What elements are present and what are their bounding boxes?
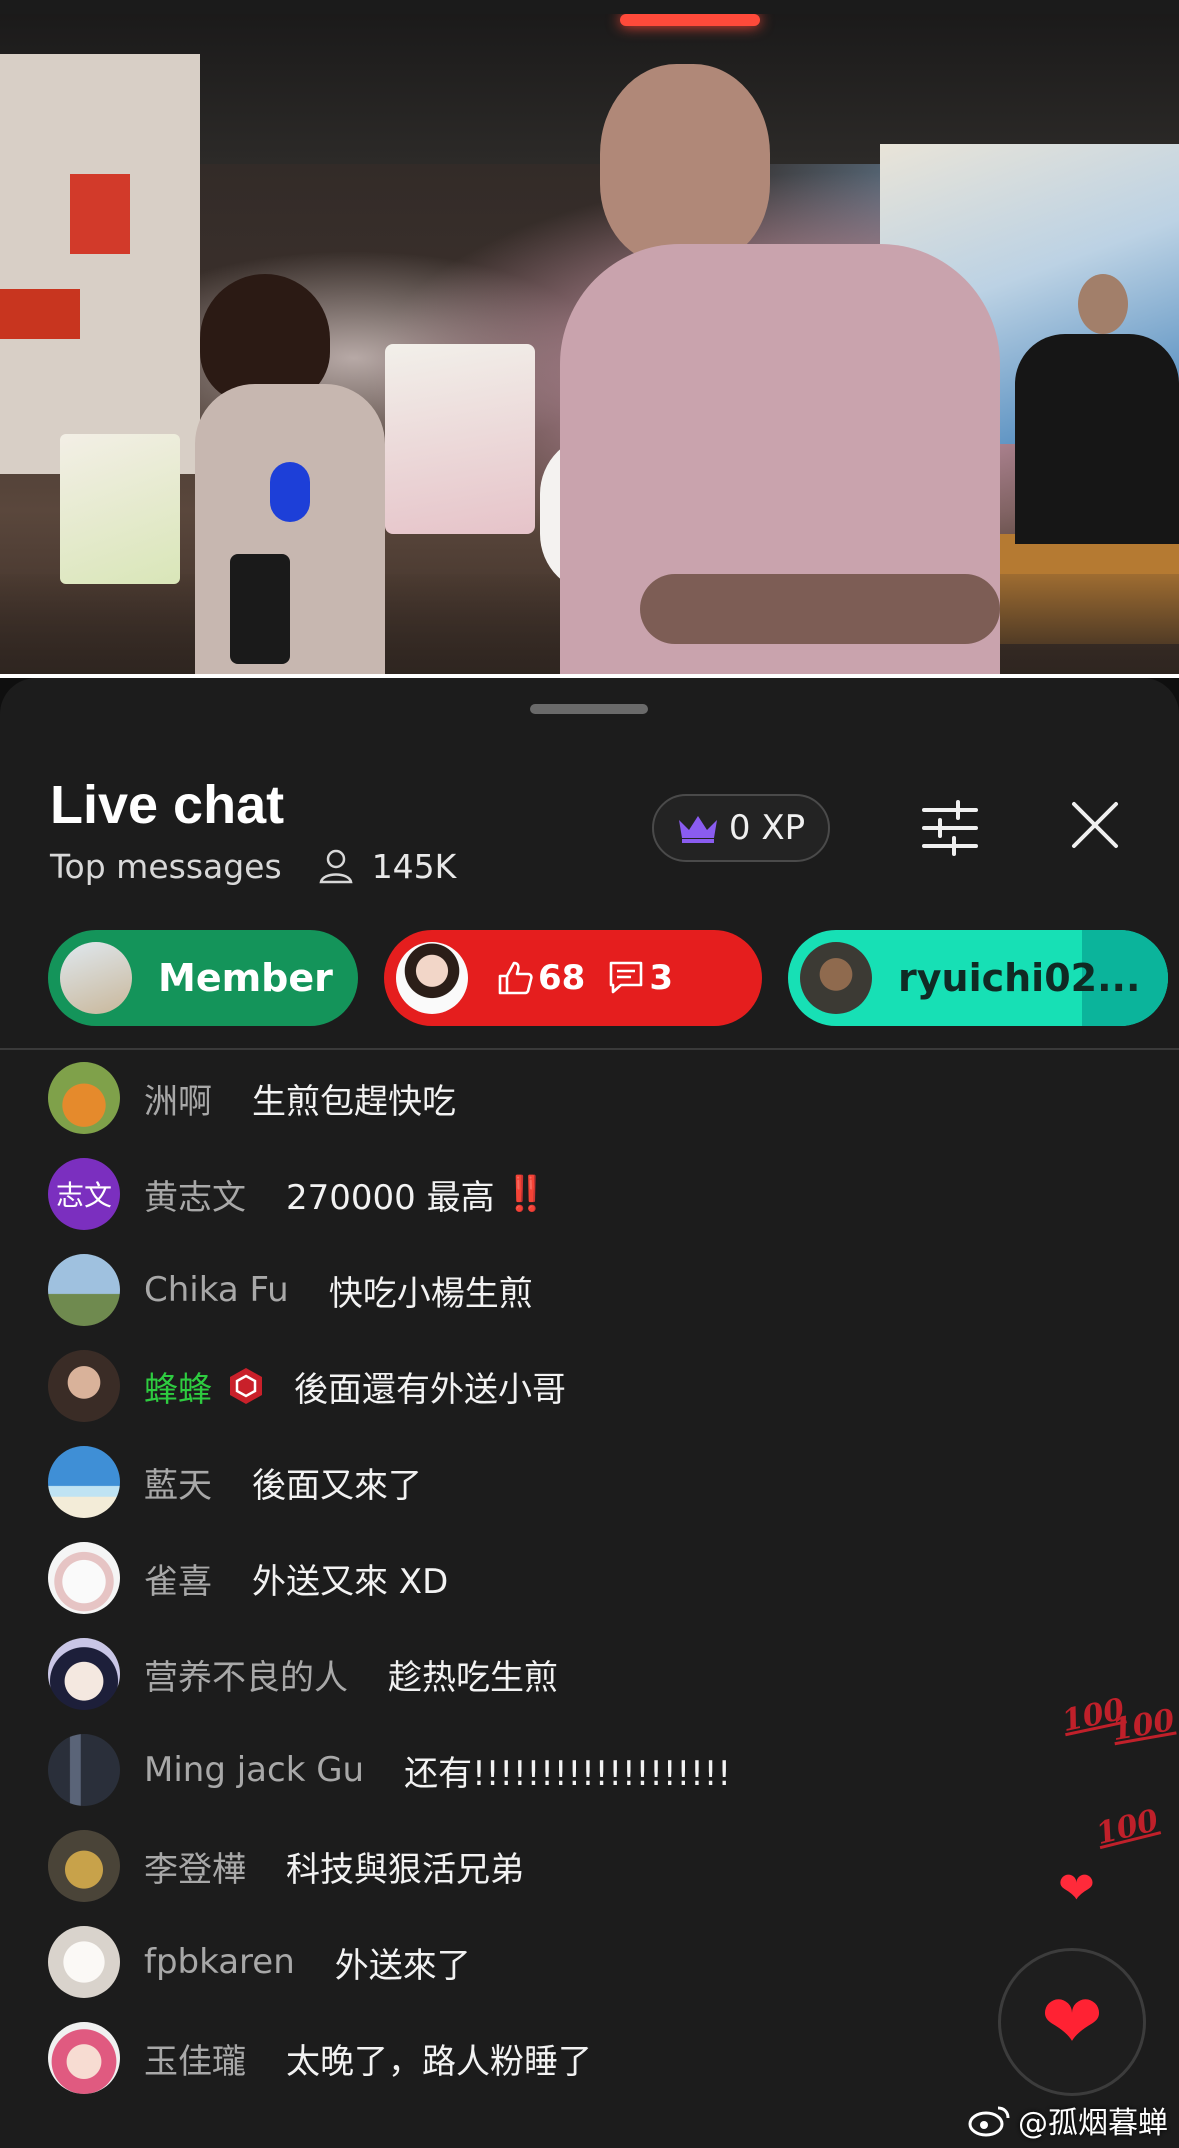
chat-message[interactable]: 蜂蜂 後面還有外送小哥: [48, 1350, 566, 1422]
member-chip[interactable]: Member: [48, 930, 358, 1026]
message-text: 科技與狠活兄弟: [286, 1849, 524, 1890]
live-chat-panel: Live chat Top messages 145K 0 XP Member: [0, 678, 1179, 2148]
message-text: 还有!!!!!!!!!!!!!!!!!!!: [404, 1753, 732, 1794]
bystander-head: [1078, 274, 1128, 334]
message-text: 趁热吃生煎: [388, 1657, 558, 1698]
message-text: 外送又來 XD: [252, 1561, 449, 1602]
weibo-icon: [968, 2106, 1010, 2137]
chat-message[interactable]: 雀喜 外送又來 XD: [48, 1542, 448, 1614]
user-chip-avatar: [800, 942, 872, 1014]
xp-button[interactable]: 0 XP: [652, 794, 830, 862]
avatar[interactable]: 志文: [48, 1158, 120, 1230]
chat-message[interactable]: 藍天 後面又來了: [48, 1446, 422, 1518]
message-text: 太晚了，路人粉睡了: [286, 2041, 592, 2082]
chat-message[interactable]: 李登樺 科技與狠活兄弟: [48, 1830, 524, 1902]
message-author[interactable]: 李登樺: [144, 1842, 246, 1891]
microphone: [270, 462, 310, 522]
comments-count: 3: [649, 958, 673, 998]
message-author[interactable]: Chika Fu: [144, 1270, 289, 1310]
comment-icon: [610, 961, 643, 994]
send-heart-button[interactable]: ❤: [998, 1948, 1146, 2096]
likes-count: 68: [538, 958, 586, 998]
camera-bag: [230, 554, 290, 664]
avatar[interactable]: [48, 1734, 120, 1806]
neon-sign: [620, 14, 760, 26]
avatar[interactable]: [48, 1638, 120, 1710]
message-author[interactable]: Ming jack Gu: [144, 1750, 364, 1790]
drag-handle[interactable]: [530, 704, 648, 714]
message-text: 快吃小楊生煎: [328, 1273, 533, 1314]
crown-icon: [678, 816, 717, 843]
divider: [0, 1048, 1179, 1050]
member-badge-icon: [230, 1368, 262, 1404]
message-text: 270000 最高: [286, 1177, 495, 1218]
video-player[interactable]: [0, 14, 1179, 676]
comments-stat: 3: [607, 958, 673, 998]
close-icon[interactable]: [1068, 798, 1122, 852]
message-text: 後面又來了: [252, 1465, 422, 1506]
gift-bag-center: [385, 344, 535, 534]
message-author[interactable]: fpbkaren: [144, 1942, 295, 1982]
user-chip[interactable]: ryuichi02...: [788, 930, 1168, 1026]
chat-mode-row[interactable]: Top messages 145K: [50, 846, 456, 886]
person-icon: [319, 849, 353, 884]
avatar[interactable]: [48, 1446, 120, 1518]
wall-tag: [0, 289, 80, 339]
xp-label: 0 XP: [728, 808, 806, 848]
avatar[interactable]: [48, 2022, 120, 2094]
watermark-text: @孤烟暮蝉: [1018, 2106, 1168, 2141]
woman-body: [195, 384, 385, 676]
pinned-stats-chip[interactable]: 68 3: [384, 930, 762, 1026]
message-author[interactable]: 营养不良的人: [144, 1650, 348, 1699]
user-chip-label: ryuichi02...: [898, 956, 1141, 1000]
message-text: 外送來了: [334, 1945, 471, 1986]
viewer-count: 145K: [371, 846, 457, 886]
pinned-chip-avatar: [396, 942, 468, 1014]
likes-stat: 68: [496, 958, 585, 998]
member-chip-label: Member: [158, 956, 333, 1000]
avatar[interactable]: [48, 1350, 120, 1422]
highlight-chips: Member 68 3 ryuichi02...: [0, 930, 1179, 1026]
man-head: [600, 64, 770, 264]
wall-sign: [70, 174, 130, 254]
tattoo-arm: [640, 574, 1000, 644]
avatar[interactable]: [48, 1542, 120, 1614]
avatar[interactable]: [48, 1926, 120, 1998]
chat-message[interactable]: 洲啊 生煎包趕快吃: [48, 1062, 456, 1134]
member-chip-avatar: [60, 942, 132, 1014]
thumbs-up-icon: [498, 961, 533, 995]
weibo-watermark: @孤烟暮蝉: [968, 2098, 1168, 2142]
heart-icon: ❤: [1058, 1863, 1095, 1914]
chat-message[interactable]: 营养不良的人 趁热吃生煎: [48, 1638, 558, 1710]
chat-message[interactable]: fpbkaren 外送來了: [48, 1926, 471, 1998]
message-author[interactable]: 黄志文: [144, 1170, 246, 1219]
avatar-initials: 志文: [55, 1179, 112, 1212]
chat-mode-label[interactable]: Top messages: [50, 847, 282, 886]
filter-settings-icon[interactable]: [918, 796, 982, 860]
message-text: 後面還有外送小哥: [294, 1369, 566, 1410]
hundred-points-icon: 100: [1092, 1802, 1162, 1853]
chat-message[interactable]: Ming jack Gu 还有!!!!!!!!!!!!!!!!!!!: [48, 1734, 731, 1806]
bystander-body: [1015, 334, 1179, 544]
message-author[interactable]: 玉佳瓏: [144, 2034, 246, 2083]
avatar[interactable]: [48, 1254, 120, 1326]
left-wall: [0, 54, 200, 474]
avatar[interactable]: [48, 1830, 120, 1902]
message-author[interactable]: 雀喜: [144, 1554, 212, 1603]
message-text: 生煎包趕快吃: [252, 1081, 456, 1122]
double-exclamation-icon: ‼️: [504, 1174, 547, 1214]
avatar[interactable]: [48, 1062, 120, 1134]
message-author[interactable]: 洲啊: [144, 1074, 212, 1123]
chat-message[interactable]: 玉佳瓏 太晚了，路人粉睡了: [48, 2022, 592, 2094]
panel-title: Live chat: [50, 775, 285, 835]
message-author[interactable]: 蜂蜂: [144, 1362, 212, 1411]
status-bar: [0, 0, 1179, 14]
chat-message[interactable]: Chika Fu 快吃小楊生煎: [48, 1254, 533, 1326]
message-author[interactable]: 藍天: [144, 1458, 212, 1507]
chat-message[interactable]: 志文 黄志文 270000 最高 ‼️: [48, 1158, 547, 1230]
heart-icon: ❤: [1040, 1979, 1103, 2065]
gift-bag-left: [60, 434, 180, 584]
